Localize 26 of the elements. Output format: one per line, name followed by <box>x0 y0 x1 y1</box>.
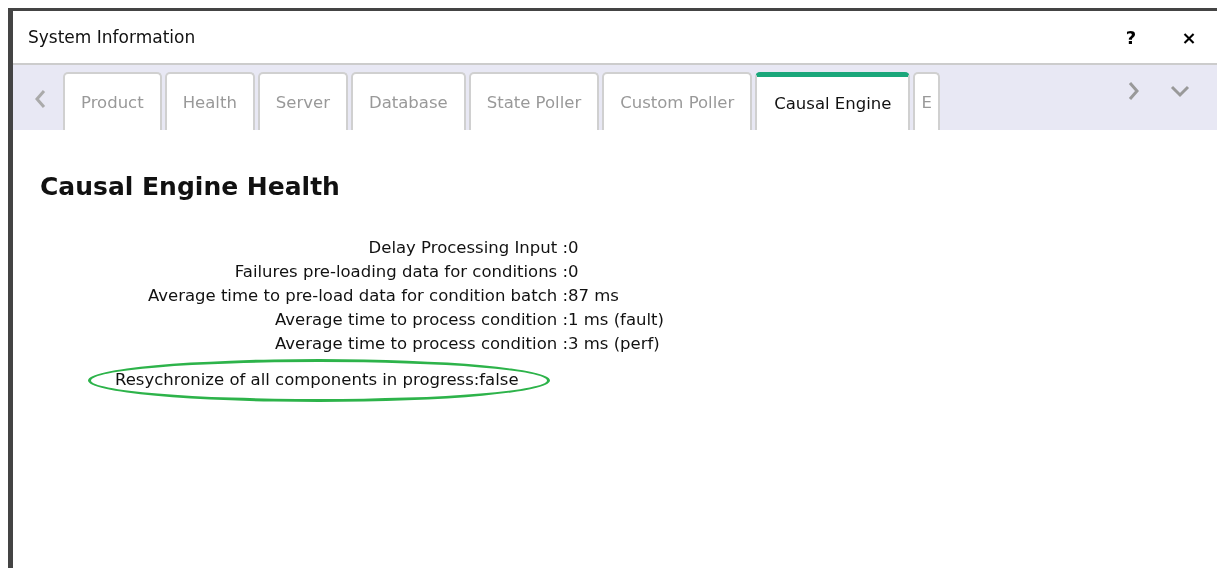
metric-value: 87 ms <box>568 286 620 305</box>
tab[interactable]: E <box>913 72 940 130</box>
tab[interactable]: Server <box>257 72 348 130</box>
tab[interactable]: Product <box>63 72 162 130</box>
help-button[interactable]: ? <box>1111 26 1151 48</box>
metric-label: Delay Processing Input : <box>367 238 568 257</box>
metric-value: 0 <box>568 262 580 281</box>
metric-label: Failures pre-loading data for conditions : <box>233 262 568 281</box>
metric-label: Average time to pre-load data for condition batch : <box>146 286 568 305</box>
tab[interactable]: Database <box>350 72 466 130</box>
chevron-left-icon[interactable] <box>33 88 47 110</box>
tab[interactable]: Causal Engine <box>755 72 911 130</box>
chevron-right-icon[interactable] <box>1127 80 1141 102</box>
resync-status: Resychronize of all components in progress:false <box>115 370 519 389</box>
tab[interactable]: State Poller <box>468 72 600 130</box>
chevron-down-icon[interactable] <box>1169 84 1191 98</box>
section-heading: Causal Engine Health <box>40 172 341 201</box>
window-title: System Information <box>28 27 197 47</box>
metric-label: Average time to process condition : <box>273 334 568 353</box>
metric-value: 3 ms (perf) <box>568 334 661 353</box>
metric-label: Average time to process condition : <box>273 310 568 329</box>
tab[interactable]: Custom Poller <box>602 72 753 130</box>
metric-value: 0 <box>568 238 580 257</box>
close-button[interactable]: × <box>1169 26 1209 48</box>
tab[interactable]: Health <box>164 72 255 130</box>
metric-value: 1 ms (fault) <box>568 310 665 329</box>
